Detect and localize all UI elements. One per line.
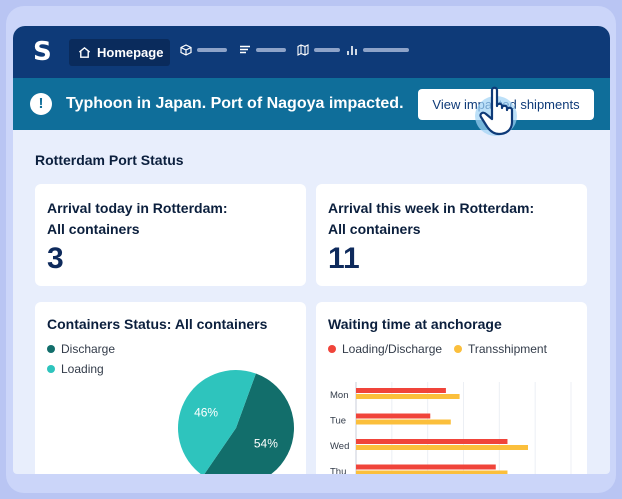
top-navbar: S Homepage bbox=[13, 26, 610, 78]
card-title-line1: Arrival this week in Rotterdam: bbox=[328, 200, 535, 216]
nav-item-list[interactable] bbox=[239, 44, 286, 56]
bar-loading-discharge-thu[interactable] bbox=[356, 464, 496, 470]
card-waiting-time[interactable]: Waiting time at anchorage Loading/Discha… bbox=[316, 302, 587, 474]
nav-homepage-label: Homepage bbox=[97, 45, 164, 60]
nav-item-shipments[interactable] bbox=[180, 44, 227, 56]
card-title-line2: All containers bbox=[47, 221, 140, 237]
nav-placeholder-bar bbox=[197, 48, 227, 52]
app-window: S Homepage ! Typhoon in Japan. Port of N… bbox=[13, 26, 610, 474]
y-tick-label: Wed bbox=[330, 441, 349, 452]
bar-transshipment-tue[interactable] bbox=[356, 419, 451, 425]
bar-transshipment-mon[interactable] bbox=[356, 394, 460, 399]
map-icon bbox=[297, 44, 309, 56]
nav-item-map[interactable] bbox=[297, 44, 340, 56]
alert-message: Typhoon in Japan. Port of Nagoya impacte… bbox=[66, 95, 404, 112]
warning-icon: ! bbox=[30, 93, 52, 115]
alert-banner: ! Typhoon in Japan. Port of Nagoya impac… bbox=[13, 78, 610, 130]
bar-loading-discharge-mon[interactable] bbox=[356, 388, 446, 393]
card-title: Arrival this week in Rotterdam: All cont… bbox=[328, 198, 534, 240]
nav-placeholder-bar bbox=[256, 48, 286, 52]
nav-item-analytics[interactable] bbox=[346, 44, 409, 56]
bar-chart-icon bbox=[347, 46, 357, 55]
y-tick-label: Mon bbox=[330, 390, 348, 401]
cube-icon bbox=[180, 44, 192, 56]
nav-placeholder-bar bbox=[314, 48, 340, 52]
y-tick-label: Tue bbox=[330, 416, 346, 427]
card-title: Arrival today in Rotterdam: All containe… bbox=[47, 198, 227, 240]
arrival-today-value: 3 bbox=[47, 242, 64, 275]
nav-homepage[interactable]: Homepage bbox=[69, 39, 170, 66]
card-arrival-today[interactable]: Arrival today in Rotterdam: All containe… bbox=[35, 184, 306, 286]
hand-cursor-icon bbox=[475, 86, 517, 136]
card-title-line2: All containers bbox=[328, 221, 421, 237]
card-containers-status[interactable]: Containers Status: All containers Discha… bbox=[35, 302, 306, 474]
arrival-week-value: 11 bbox=[328, 242, 360, 275]
card-arrival-week[interactable]: Arrival this week in Rotterdam: All cont… bbox=[316, 184, 587, 286]
y-tick-label: Thu bbox=[330, 467, 346, 475]
pie-chart: 54% 46% bbox=[178, 370, 294, 474]
bar-loading-discharge-tue[interactable] bbox=[356, 413, 431, 419]
app-logo[interactable]: S bbox=[33, 38, 55, 66]
pie-slice-label: 54% bbox=[254, 436, 278, 450]
nav-placeholder-bar bbox=[363, 48, 409, 52]
card-title-line1: Arrival today in Rotterdam: bbox=[47, 200, 228, 216]
section-title: Rotterdam Port Status bbox=[35, 152, 184, 168]
home-icon bbox=[78, 46, 91, 58]
bar-chart: Mon Tue Wed Thu bbox=[330, 382, 572, 475]
list-icon bbox=[240, 45, 250, 54]
bar-transshipment-wed[interactable] bbox=[356, 445, 528, 450]
pie-slice-label: 46% bbox=[194, 406, 218, 420]
bar-loading-discharge-wed[interactable] bbox=[356, 439, 508, 444]
bar-transshipment-thu[interactable] bbox=[356, 470, 508, 475]
